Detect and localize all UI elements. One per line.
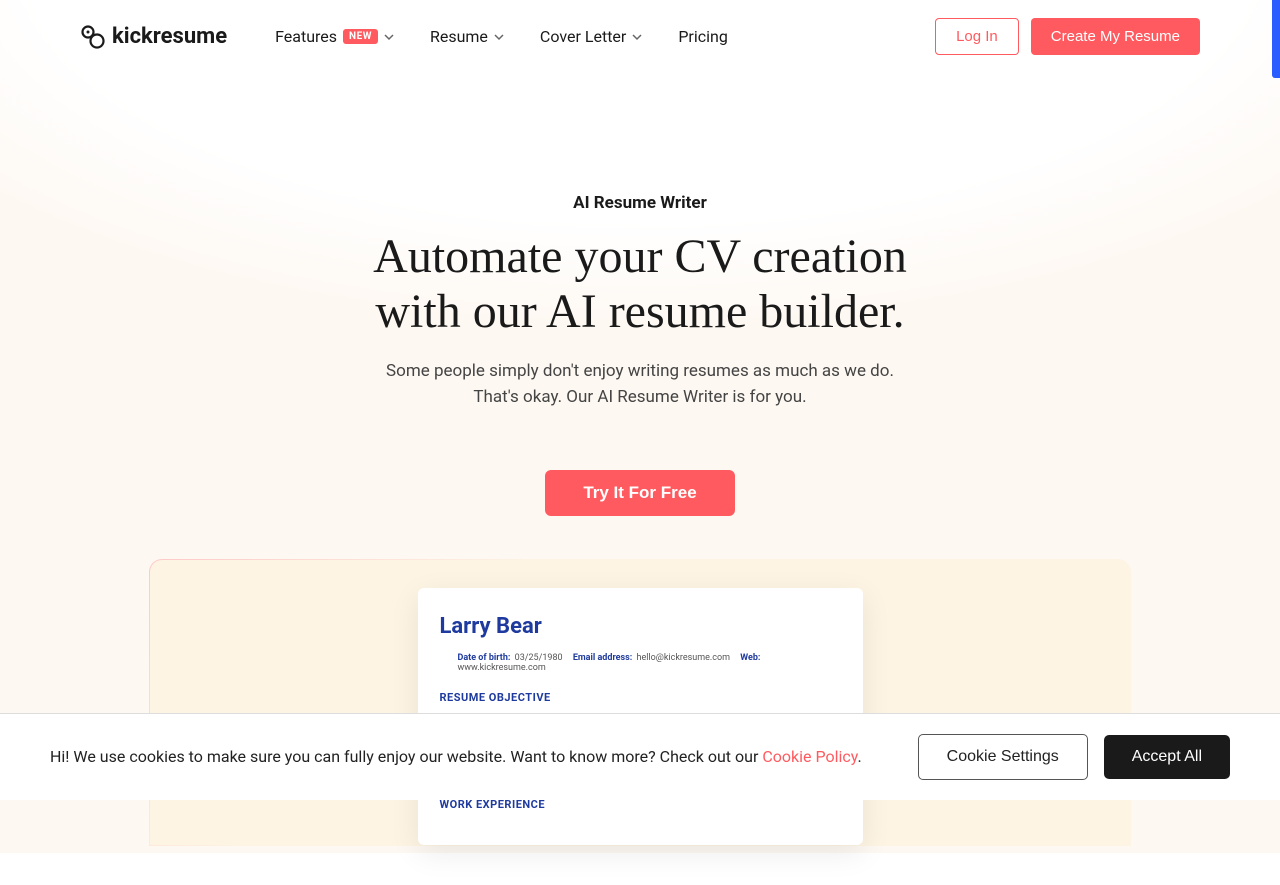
resume-name: Larry Bear bbox=[440, 614, 841, 639]
hero-title: Automate your CV creation with our AI re… bbox=[40, 229, 1240, 339]
resume-preview-panel: Larry Bear Date of birth: 03/25/1980 Ema… bbox=[150, 560, 1130, 845]
cookie-text: Hi! We use cookies to make sure you can … bbox=[50, 745, 902, 769]
create-resume-button[interactable]: Create My Resume bbox=[1031, 18, 1200, 55]
nav-cover-letter-label: Cover Letter bbox=[540, 27, 626, 46]
email-label: Email address: bbox=[573, 653, 632, 663]
hero-title-line1: Automate your CV creation bbox=[373, 230, 907, 283]
web-value: www.kickresume.com bbox=[458, 663, 546, 673]
main-nav: Features NEW Resume Cover Letter Pricing bbox=[275, 27, 728, 46]
header-actions: Log In Create My Resume bbox=[935, 18, 1200, 55]
dob-value: 03/25/1980 bbox=[515, 653, 563, 663]
nav-resume-label: Resume bbox=[430, 27, 488, 46]
nav-resume[interactable]: Resume bbox=[430, 27, 504, 46]
hero-title-line2: with our AI resume builder. bbox=[375, 285, 904, 338]
hero-subtitle: Some people simply don't enjoy writing r… bbox=[40, 359, 1240, 410]
logo[interactable]: kickresume bbox=[80, 24, 227, 50]
resume-objective-heading: RESUME OBJECTIVE bbox=[440, 691, 841, 704]
cookie-policy-link[interactable]: Cookie Policy bbox=[762, 747, 857, 766]
nav-pricing[interactable]: Pricing bbox=[678, 27, 728, 46]
dob-label: Date of birth: bbox=[458, 653, 511, 663]
email-value: hello@kickresume.com bbox=[637, 653, 730, 663]
nav-features-label: Features bbox=[275, 27, 337, 46]
new-badge: NEW bbox=[343, 29, 378, 44]
hero-sub-line1: Some people simply don't enjoy writing r… bbox=[386, 361, 894, 381]
cookie-settings-button[interactable]: Cookie Settings bbox=[918, 734, 1088, 780]
hero-sub-line2: That's okay. Our AI Resume Writer is for… bbox=[473, 387, 806, 407]
cookie-period: . bbox=[857, 747, 861, 766]
hero-eyebrow: AI Resume Writer bbox=[40, 193, 1240, 213]
nav-pricing-label: Pricing bbox=[678, 27, 728, 46]
nav-features[interactable]: Features NEW bbox=[275, 27, 394, 46]
web-label: Web: bbox=[740, 653, 760, 663]
cookie-message: Hi! We use cookies to make sure you can … bbox=[50, 747, 762, 766]
chevron-down-icon bbox=[384, 32, 394, 42]
accept-all-button[interactable]: Accept All bbox=[1104, 735, 1230, 779]
feedback-tab[interactable] bbox=[1272, 0, 1280, 78]
nav-cover-letter[interactable]: Cover Letter bbox=[540, 27, 642, 46]
chevron-down-icon bbox=[494, 32, 504, 42]
chevron-down-icon bbox=[632, 32, 642, 42]
resume-meta: Date of birth: 03/25/1980 Email address:… bbox=[458, 653, 841, 673]
login-button[interactable]: Log In bbox=[935, 18, 1019, 55]
logo-icon bbox=[80, 24, 106, 50]
cookie-banner: Hi! We use cookies to make sure you can … bbox=[0, 713, 1280, 800]
try-free-button[interactable]: Try It For Free bbox=[545, 470, 734, 516]
logo-text: kickresume bbox=[112, 24, 227, 49]
site-header: kickresume Features NEW Resume Cover Let… bbox=[0, 0, 1280, 73]
